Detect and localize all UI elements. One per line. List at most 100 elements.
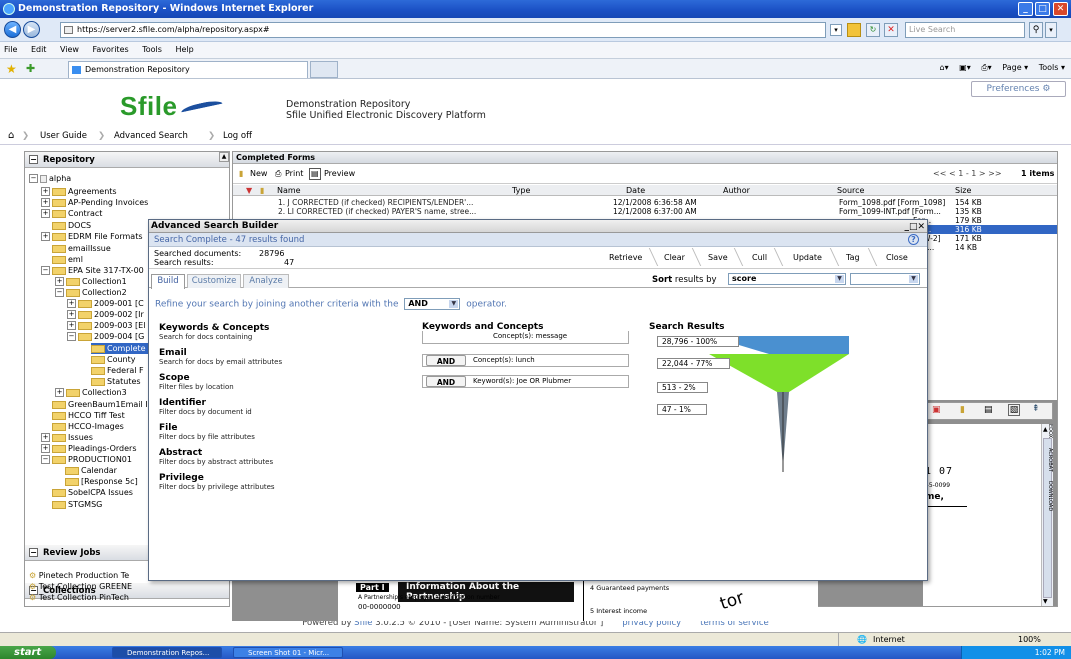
tree-item[interactable]: +2009-002 [Ir	[67, 309, 144, 320]
tab-edox[interactable]: EDOX	[1047, 424, 1053, 438]
menu-edit[interactable]: Edit	[31, 45, 47, 54]
tab-build[interactable]: Build	[151, 274, 185, 289]
tree-item[interactable]: eml	[52, 254, 83, 265]
tree-item[interactable]: −2009-004 [G	[67, 331, 144, 342]
taskbar-item-screenshot[interactable]: Screen Shot 01 - Micr...	[233, 647, 343, 658]
menu-tools[interactable]: Tools	[142, 45, 162, 54]
criteria-file[interactable]: File Filter docs by file attributes	[159, 423, 379, 441]
tree-item[interactable]: SobelCPA Issues	[52, 487, 133, 498]
taskbar-item-ie[interactable]: Demonstration Repos...	[112, 647, 222, 658]
tree-item[interactable]: +2009-003 [El	[67, 320, 145, 331]
col-name[interactable]: Name	[277, 185, 301, 196]
print-icon[interactable]: ⎙▾	[981, 63, 991, 72]
tree-item[interactable]: HCCO-Images	[52, 421, 124, 432]
folder-icon[interactable]: ▮	[960, 405, 965, 415]
criteria-scope[interactable]: Scope Filter files by location	[159, 373, 379, 391]
home-icon[interactable]: ⌂	[8, 127, 14, 145]
scroll-up-icon[interactable]: ▲	[219, 152, 229, 162]
preview-icon[interactable]: ▤	[309, 168, 321, 180]
save-button[interactable]: Save	[708, 253, 728, 262]
update-button[interactable]: Update	[793, 253, 822, 262]
tree-item[interactable]: − EPA Site 317-TX-00	[41, 265, 144, 276]
forward-button[interactable]: ▶	[23, 21, 40, 38]
zoom-level[interactable]: 100%	[1018, 633, 1041, 646]
tree-item[interactable]: GreenBaum1Email I	[52, 399, 148, 410]
tab-acrobat[interactable]: ACROBAT	[1047, 448, 1053, 472]
criteria-abstract[interactable]: Abstract Filter docs by abstract attribut…	[159, 448, 379, 466]
tree-item[interactable]: + Pleadings-Orders	[41, 443, 137, 454]
criteria-identifier[interactable]: Identifier Filter docs by document id	[159, 398, 379, 416]
tree-item[interactable]: + Agreements	[41, 186, 117, 197]
collection-item[interactable]: ⚙ Pinetech Production Te	[29, 570, 129, 581]
tree-item[interactable]: STGMSG	[52, 499, 102, 510]
tree-item[interactable]: HCCO Tiff Test	[52, 410, 125, 421]
menu-file[interactable]: File	[4, 45, 17, 54]
tree-item-selected[interactable]: Complete	[91, 343, 149, 354]
and-operator-button[interactable]: AND	[426, 355, 466, 366]
minimize-button[interactable]: _	[1018, 2, 1033, 16]
lock-icon[interactable]	[847, 23, 861, 37]
tree-item[interactable]: emailIssue	[52, 243, 111, 254]
favorites-star-icon[interactable]: ★	[6, 62, 17, 76]
nav-log-off[interactable]: Log off	[223, 127, 252, 145]
menu-help[interactable]: Help	[175, 45, 193, 54]
stop-icon[interactable]: ✕	[884, 23, 898, 37]
table-row[interactable]: 1. J CORRECTED (if checked) RECIPIENTS/L…	[233, 198, 1057, 207]
tree-item[interactable]: + EDRM File Formats	[41, 231, 143, 242]
tree-item[interactable]: +2009-001 [C	[67, 298, 144, 309]
col-size[interactable]: Size	[955, 185, 971, 196]
tree-item[interactable]: Calendar	[65, 465, 117, 476]
add-favorite-icon[interactable]: ✚	[26, 62, 35, 75]
start-button[interactable]: start	[0, 646, 56, 659]
nav-advanced-search[interactable]: Advanced Search	[114, 127, 188, 145]
tree-item[interactable]: − alpha	[29, 173, 71, 184]
print-button[interactable]: Print	[285, 164, 303, 184]
tree-item[interactable]: Federal F	[91, 365, 144, 376]
tag-button[interactable]: Tag	[846, 253, 860, 262]
collection-item[interactable]: ⚙ Test Collection GREENE	[29, 581, 132, 592]
criteria-privilege[interactable]: Privilege Filter docs by privilege attrib…	[159, 473, 379, 491]
repository-header[interactable]: − Repository	[25, 152, 229, 168]
cull-button[interactable]: Cull	[752, 253, 767, 262]
col-source[interactable]: Source	[837, 185, 864, 196]
search-options-icon[interactable]: ▾	[1045, 22, 1057, 38]
pdf-icon[interactable]: ▣	[932, 405, 941, 415]
tree-item[interactable]: + Collection3	[55, 387, 127, 398]
browser-tab[interactable]: Demonstration Repository	[68, 61, 308, 78]
tools-menu[interactable]: Tools ▾	[1039, 63, 1065, 72]
clear-button[interactable]: Clear	[664, 253, 685, 262]
criteria-email[interactable]: Email Search for docs by email attributes	[159, 348, 379, 366]
feeds-icon[interactable]: ▣▾	[959, 63, 971, 72]
retrieve-button[interactable]: Retrieve	[609, 253, 642, 262]
live-search-input[interactable]: Live Search	[905, 22, 1025, 38]
tree-item[interactable]: DOCS	[52, 220, 91, 231]
preferences-button[interactable]: Preferences ⚙	[971, 81, 1066, 97]
search-icon[interactable]: ⚲	[1029, 22, 1043, 38]
maximize-button[interactable]: □	[1035, 2, 1050, 16]
col-author[interactable]: Author	[723, 185, 750, 196]
print-icon[interactable]: ⎙	[275, 164, 281, 184]
col-type[interactable]: Type	[512, 185, 530, 196]
close-button[interactable]: Close	[886, 253, 908, 262]
tree-item[interactable]: [Response 5c]	[65, 476, 138, 487]
tree-item[interactable]: Statutes	[91, 376, 141, 387]
new-button[interactable]: New	[250, 164, 267, 184]
menu-view[interactable]: View	[60, 45, 79, 54]
pin-icon[interactable]: ⇞	[1032, 404, 1040, 414]
save-icon[interactable]: ▤	[984, 405, 993, 415]
keyword-row[interactable]: AND Keyword(s): Joe OR Plubmer	[422, 375, 629, 388]
tree-item[interactable]: + Issues	[41, 432, 93, 443]
tab-analyze[interactable]: Analyze	[243, 274, 289, 288]
zoom-icon[interactable]: ▧	[1008, 404, 1020, 416]
new-icon[interactable]: ▮	[239, 164, 243, 184]
nav-user-guide[interactable]: User Guide	[40, 127, 87, 145]
tree-item[interactable]: + Contract	[41, 208, 102, 219]
collection-item[interactable]: ⚙ Test Collection PinTech	[29, 592, 129, 603]
dialog-close-button[interactable]: ✕	[917, 222, 925, 232]
tree-item[interactable]: + Collection1	[55, 276, 127, 287]
col-date[interactable]: Date	[626, 185, 645, 196]
home-icon[interactable]: ⌂▾	[940, 63, 949, 72]
address-dropdown-icon[interactable]: ▾	[830, 24, 842, 36]
tab-download[interactable]: DOWNLOAD	[1047, 481, 1053, 511]
sort-direction-select[interactable]: ▼	[850, 273, 920, 285]
